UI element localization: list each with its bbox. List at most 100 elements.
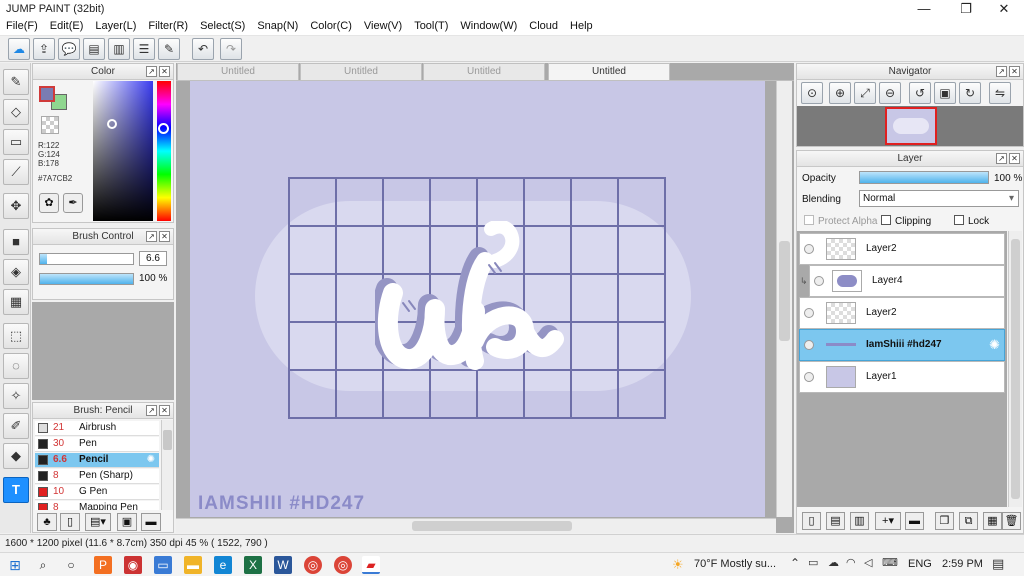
clear-layer-icon[interactable]: ▦	[983, 512, 1002, 530]
rotate-right-icon[interactable]: ↻	[959, 82, 981, 104]
hue-slider[interactable]	[157, 81, 171, 221]
protect-alpha-option[interactable]: Protect Alpha	[804, 215, 877, 227]
menu-tool[interactable]: Tool(T)	[408, 18, 454, 32]
restore-button[interactable]: ❐	[946, 0, 986, 18]
menu-edit[interactable]: Edit(E)	[44, 18, 90, 32]
sv-cursor[interactable]	[107, 119, 117, 129]
text-tool-icon[interactable]: T	[3, 477, 29, 503]
menu-file[interactable]: File(F)	[0, 18, 44, 32]
file-explorer-icon[interactable]: ▬	[184, 556, 202, 574]
visibility-eye-icon[interactable]	[804, 308, 814, 318]
foreground-color-swatch[interactable]	[39, 86, 55, 102]
chrome-browser-icon[interactable]: ◎	[304, 556, 322, 574]
select-eraser-tool-icon[interactable]: ◆	[3, 443, 29, 469]
blending-select[interactable]: Normal ▾	[859, 190, 1019, 207]
jump-paint-app-icon[interactable]: ▰	[362, 556, 380, 574]
new-1bit-layer-icon[interactable]: ▥	[850, 512, 869, 530]
cloud-tray-icon[interactable]: ☁	[828, 556, 839, 569]
brush-item-pen-sharp[interactable]: 8 Pen (Sharp)	[35, 469, 159, 484]
select-pen-tool-icon[interactable]: ✐	[3, 413, 29, 439]
menu-window[interactable]: Window(W)	[454, 18, 523, 32]
flip-icon[interactable]: ⇋	[989, 82, 1011, 104]
menu-view[interactable]: View(V)	[358, 18, 408, 32]
brush-item-g-pen[interactable]: 10 G Pen	[35, 485, 159, 500]
menu-color[interactable]: Color(C)	[304, 18, 358, 32]
new-8bit-layer-icon[interactable]: ▤	[826, 512, 845, 530]
bucket-tool-icon[interactable]: ◈	[3, 259, 29, 285]
brush-item-airbrush[interactable]: 21 Airbrush	[35, 421, 159, 436]
word-app-icon[interactable]: W	[274, 556, 292, 574]
keyboard-icon[interactable]: ⌨	[882, 556, 898, 569]
transparent-color-icon[interactable]	[41, 116, 59, 134]
scroll-thumb[interactable]	[163, 430, 172, 450]
battery-icon[interactable]: ▭	[808, 556, 818, 569]
palette-icon[interactable]: ✿	[39, 193, 59, 213]
search-icon[interactable]: ⌕	[34, 556, 52, 574]
chrome-browser-icon-2[interactable]: ◎	[334, 556, 352, 574]
redo-icon[interactable]: ↷	[220, 38, 242, 60]
wifi-icon[interactable]: ◠	[846, 556, 856, 569]
monitor-app-icon[interactable]: ▭	[154, 556, 172, 574]
rotate-left-icon[interactable]: ↺	[909, 82, 931, 104]
rectangle-tool-icon[interactable]: ▭	[3, 129, 29, 155]
fit-window-icon[interactable]: ⤢	[854, 82, 876, 104]
close-button[interactable]: ✕	[984, 0, 1024, 18]
new-brush-icon[interactable]: ▯	[60, 513, 80, 531]
brush-size-value[interactable]: 6.6	[139, 251, 167, 266]
clipping-checkbox[interactable]	[881, 215, 891, 225]
menu-layer[interactable]: Layer(L)	[89, 18, 142, 32]
new-layer-icon[interactable]: ▯	[802, 512, 821, 530]
detach-icon[interactable]: ↗	[146, 231, 157, 242]
gradient-tool-icon[interactable]: ▦	[3, 289, 29, 315]
folder-icon[interactable]: ▬	[905, 512, 924, 530]
copy-brush-icon[interactable]: ▣	[117, 513, 137, 531]
doc-tab-2[interactable]: Untitled	[300, 63, 422, 80]
brush-add-icon[interactable]: ♣	[37, 513, 57, 531]
windows-start-icon[interactable]: ⊞	[6, 556, 24, 574]
brush-size-slider[interactable]	[39, 253, 134, 265]
excel-app-icon[interactable]: X	[244, 556, 262, 574]
panel-close-icon[interactable]: ✕	[159, 231, 170, 242]
brush-item-pen[interactable]: 30 Pen	[35, 437, 159, 452]
visibility-eye-icon[interactable]	[814, 276, 824, 286]
saturation-value-picker[interactable]	[93, 81, 153, 221]
visibility-eye-icon[interactable]	[804, 340, 814, 350]
eyedropper-icon[interactable]: ✒	[63, 193, 83, 213]
menu-snap[interactable]: Snap(N)	[251, 18, 304, 32]
doc-tab-3[interactable]: Untitled	[423, 63, 545, 80]
layer-row-selected[interactable]: IamShiii #hd247 ✺	[799, 329, 1005, 361]
panel-close-icon[interactable]: ✕	[1009, 153, 1020, 164]
panel-close-icon[interactable]: ✕	[159, 66, 170, 77]
brush-item-pencil[interactable]: 6.6 Pencil ✺	[35, 453, 159, 468]
panel-close-icon[interactable]: ✕	[1009, 66, 1020, 77]
brush-list-scrollbar[interactable]	[161, 420, 173, 510]
task-view-icon[interactable]: ○	[62, 556, 80, 574]
layer-list-scrollbar[interactable]	[1008, 231, 1022, 507]
layer-opacity-slider[interactable]	[859, 171, 989, 184]
edit-list-icon[interactable]: ✎	[158, 38, 180, 60]
detach-icon[interactable]: ↗	[996, 153, 1007, 164]
edge-browser-icon[interactable]: e	[214, 556, 232, 574]
lasso-tool-icon[interactable]: ◌	[3, 353, 29, 379]
lock-option[interactable]: Lock	[954, 215, 989, 227]
visibility-eye-icon[interactable]	[804, 372, 814, 382]
drawing-canvas[interactable]: IAMSHIII #HD247	[190, 81, 765, 517]
menu-select[interactable]: Select(S)	[194, 18, 251, 32]
duplicate-layer-icon[interactable]: ❐	[935, 512, 954, 530]
brush-tool-icon[interactable]: ✎	[3, 69, 29, 95]
rect-select-tool-icon[interactable]: ⬚	[3, 323, 29, 349]
layer-row[interactable]: Layer1	[799, 361, 1005, 393]
move-tool-icon[interactable]: ✥	[3, 193, 29, 219]
language-indicator[interactable]: ENG	[908, 558, 932, 570]
undo-icon[interactable]: ↶	[192, 38, 214, 60]
document-icon[interactable]: ▥	[108, 38, 130, 60]
fill-rect-tool-icon[interactable]: ■	[3, 229, 29, 255]
visibility-eye-icon[interactable]	[804, 244, 814, 254]
gear-icon[interactable]: ✺	[989, 337, 1000, 353]
tray-chevron-icon[interactable]: ⌃	[790, 556, 800, 570]
comment-icon[interactable]: 💬	[58, 38, 80, 60]
share-icon[interactable]: ⇪	[33, 38, 55, 60]
detach-icon[interactable]: ↗	[996, 66, 1007, 77]
vertical-scroll-thumb[interactable]	[779, 241, 790, 341]
brush-item-mapping-pen[interactable]: 8 Mapping Pen	[35, 501, 159, 510]
